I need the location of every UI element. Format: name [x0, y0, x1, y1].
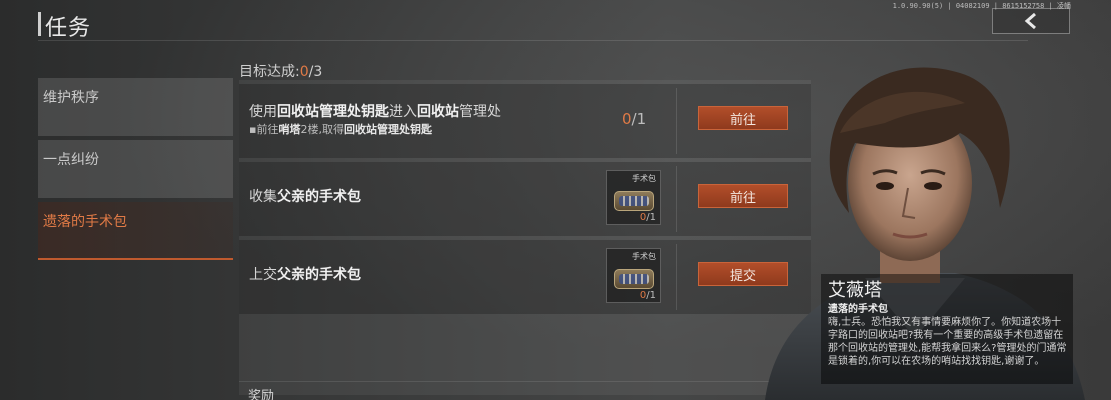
- task-keyword: 回收站: [417, 104, 459, 120]
- task-hint-keyword: 回收站管理处钥匙: [343, 123, 432, 136]
- task-hint-part: 前往: [256, 123, 279, 136]
- task-row: 上交父亲的手术包 手术包 0/1 提交: [239, 240, 811, 314]
- task-keyword: 父亲的手术包: [277, 189, 361, 205]
- task-description: 收集父亲的手术包: [249, 186, 361, 206]
- item-count: 0/1: [640, 290, 656, 301]
- goal-done: 0: [299, 64, 309, 80]
- chevron-left-icon: [1024, 12, 1036, 30]
- sidebar-item-label: 遗落的手术包: [43, 214, 127, 230]
- item-count-total: /1: [646, 290, 656, 301]
- sidebar-item-lost-surgical-kit[interactable]: 遗落的手术包: [38, 202, 233, 260]
- progress-total: /1: [631, 110, 647, 128]
- task-text-part: 进入: [389, 104, 417, 120]
- item-name: 手术包: [632, 252, 656, 261]
- page-title: 任务: [45, 16, 92, 41]
- goal-progress: 目标达成:0/3: [239, 61, 322, 81]
- task-text-part: 使用: [249, 104, 277, 120]
- task-text-part: 管理处: [459, 104, 501, 120]
- task-keyword: 回收站管理处钥匙: [277, 104, 389, 120]
- item-count-total: /1: [646, 212, 656, 223]
- item-name: 手术包: [632, 174, 656, 183]
- task-progress: 0/1: [622, 110, 646, 128]
- goal-prefix: 目标达成:: [239, 64, 300, 80]
- item-slot[interactable]: 手术包 0/1: [606, 248, 661, 303]
- progress-current: 0: [622, 110, 632, 128]
- task-text-part: 上交: [249, 267, 277, 283]
- rewards-label: 奖励: [248, 389, 275, 400]
- task-hint-keyword: 哨塔: [278, 123, 301, 136]
- task-text-part: 收集: [249, 189, 277, 205]
- npc-quest-title: 遗落的手术包: [828, 304, 888, 315]
- sidebar-item-label: 维护秩序: [43, 90, 99, 106]
- header-divider: [38, 40, 1028, 41]
- sidebar-item-dispute[interactable]: 一点纠纷: [38, 140, 233, 198]
- surgical-bag-icon: [614, 191, 654, 211]
- surgical-bag-icon: [614, 269, 654, 289]
- task-row: 收集父亲的手术包 手术包 0/1 前往: [239, 162, 811, 236]
- title-accent-bar: [38, 12, 41, 36]
- task-row: 使用回收站管理处钥匙进入回收站管理处 ▪前往哨塔2楼,取得回收站管理处钥匙 0/…: [239, 84, 811, 158]
- item-count: 0/1: [640, 212, 656, 223]
- npc-dialog-card: 艾薇塔 遗落的手术包 嗨,士兵。恐怕我又有事情要麻烦你了。你知道农场十字路口的回…: [821, 274, 1073, 384]
- sidebar-item-maintain-order[interactable]: 维护秩序: [38, 78, 233, 136]
- header: 任务 1.0.90.90(5) | 04082109 | 8615152758 …: [0, 0, 1111, 48]
- task-description: 上交父亲的手术包: [249, 264, 361, 284]
- back-button[interactable]: [992, 8, 1070, 34]
- task-keyword: 父亲的手术包: [277, 267, 361, 283]
- task-hint-part: 2楼,取得: [300, 123, 344, 136]
- rewards-divider: [239, 381, 811, 382]
- task-hint: ▪前往哨塔2楼,取得回收站管理处钥匙: [249, 121, 432, 137]
- task-description: 使用回收站管理处钥匙进入回收站管理处: [249, 101, 501, 121]
- goal-total: /3: [308, 64, 323, 80]
- npc-name: 艾薇塔: [828, 280, 882, 301]
- item-slot[interactable]: 手术包 0/1: [606, 170, 661, 225]
- divider: [676, 88, 677, 154]
- divider: [676, 166, 677, 232]
- divider: [676, 244, 677, 310]
- sidebar-item-label: 一点纠纷: [43, 152, 99, 168]
- task-panel: 使用回收站管理处钥匙进入回收站管理处 ▪前往哨塔2楼,取得回收站管理处钥匙 0/…: [239, 80, 811, 395]
- npc-dialog-text: 嗨,士兵。恐怕我又有事情要麻烦你了。你知道农场十字路口的回收站吧?我有一个重要的…: [828, 317, 1067, 367]
